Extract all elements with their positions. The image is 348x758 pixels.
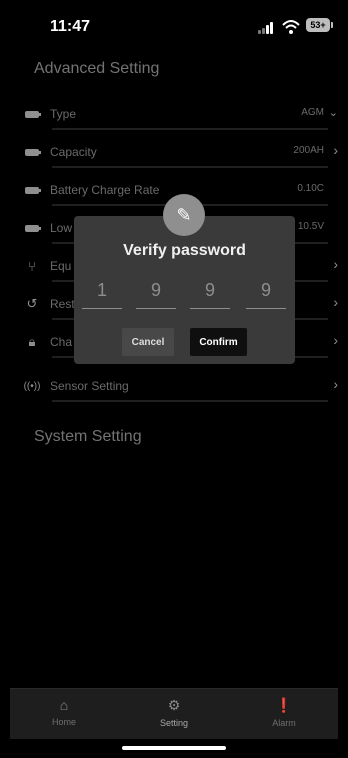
nav-home[interactable]: ⌂ Home <box>24 697 104 727</box>
password-digit-3[interactable]: 9 <box>190 280 230 301</box>
verify-password-dialog: Verify password 1 9 9 9 Cancel Confirm <box>74 216 295 364</box>
status-time: 11:47 <box>50 18 91 35</box>
battery-indicator: 53+ <box>306 18 333 32</box>
gear-icon: ⚙ <box>167 697 181 713</box>
wifi-icon <box>282 20 300 34</box>
home-icon: ⌂ <box>59 697 69 713</box>
nav-label: Home <box>51 717 76 727</box>
digit-underline <box>82 308 122 309</box>
digit-underline <box>136 308 176 309</box>
password-digit-4[interactable]: 9 <box>246 280 286 301</box>
digit-underline <box>246 308 286 309</box>
nav-alarm[interactable]: ❗ Alarm <box>244 697 324 728</box>
status-bar: 11:47 53+ <box>0 0 348 52</box>
password-digit-2[interactable]: 9 <box>136 280 176 301</box>
cancel-button[interactable]: Cancel <box>122 328 174 356</box>
pencil-icon: ✎ <box>163 194 205 236</box>
signal-icon <box>258 22 274 34</box>
dialog-title: Verify password <box>123 242 246 259</box>
nav-label: Alarm <box>272 718 296 728</box>
password-digit-1[interactable]: 1 <box>82 280 122 301</box>
modal-backdrop <box>0 52 348 738</box>
digit-underline <box>190 308 230 309</box>
nav-setting[interactable]: ⚙ Setting <box>134 697 214 728</box>
alarm-icon: ❗ <box>275 697 293 713</box>
bottom-navigation: ⌂ Home ⚙ Setting ❗ Alarm <box>10 688 338 739</box>
nav-label: Setting <box>159 718 189 728</box>
home-indicator <box>122 746 226 750</box>
confirm-button[interactable]: Confirm <box>190 328 247 356</box>
